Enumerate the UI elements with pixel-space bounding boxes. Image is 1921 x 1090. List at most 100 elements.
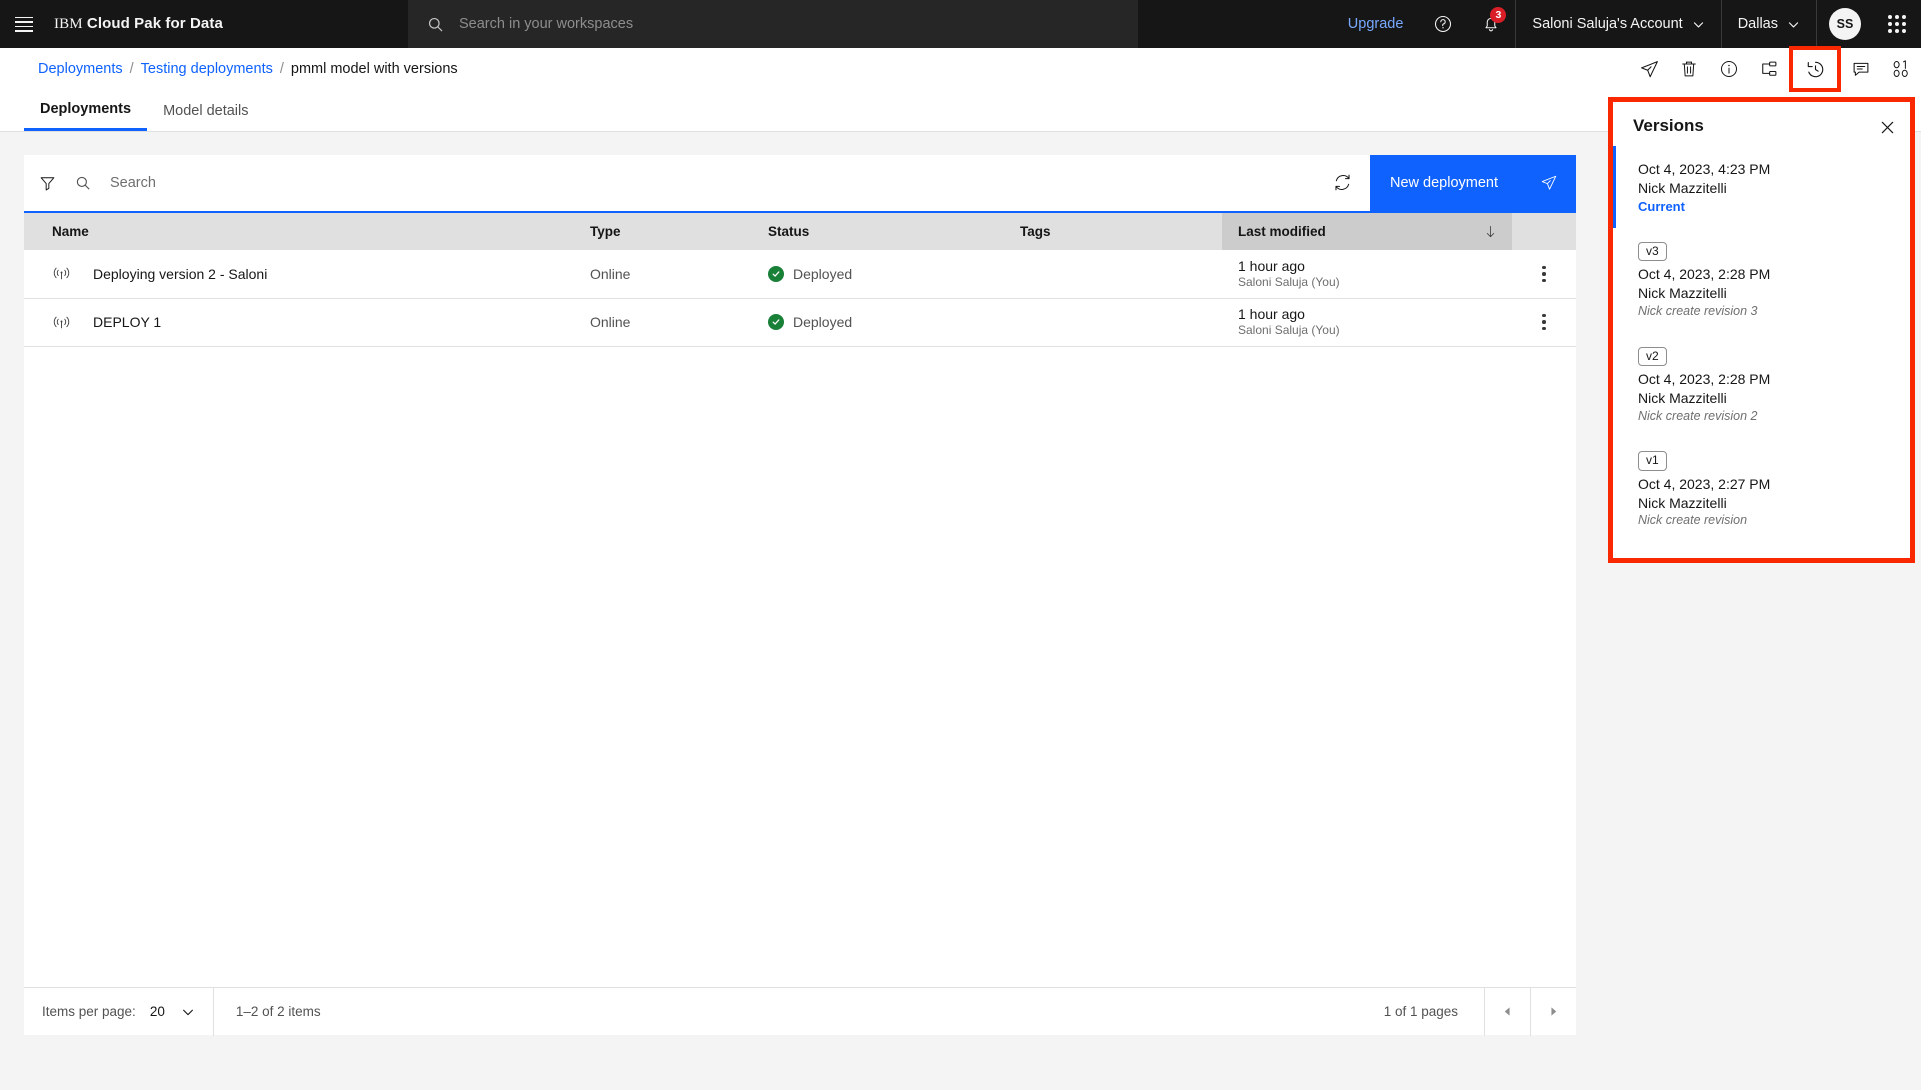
tab-model-details-label: Model details [163,102,249,119]
column-header-status[interactable]: Status [752,211,1004,250]
tab-deployments[interactable]: Deployments [24,90,148,131]
flow-icon[interactable] [1749,48,1789,90]
status-label: Deployed [793,265,853,282]
column-header-name[interactable]: Name [24,211,574,250]
close-icon[interactable] [1876,116,1898,138]
breadcrumb-item-testing-deployments[interactable]: Testing deployments [141,61,273,77]
chevron-down-icon [1787,18,1800,31]
table-row[interactable]: DEPLOY 1 Online Deployed 1 hour ago Salo… [24,298,1576,347]
items-per-page-select[interactable]: 20 [150,1004,195,1019]
upgrade-link[interactable]: Upgrade [1332,0,1420,48]
new-deployment-button[interactable]: New deployment [1370,154,1576,211]
breadcrumb-bar: Deployments / Testing deployments / pmml… [0,46,1921,92]
pagination-controls: 1 of 1 pages [1384,987,1576,1036]
page-actions-toolbar [1629,46,1921,92]
last-modified-when: 1 hour ago [1238,257,1305,274]
deployments-table: Name Type Status Tags Last modified Depl… [24,211,1576,347]
deployment-name: DEPLOY 1 [93,314,162,330]
cell-type: Online [574,250,752,299]
refresh-icon[interactable] [1314,155,1370,211]
comment-icon[interactable] [1841,48,1881,90]
brand-ibm: IBM [54,16,83,32]
brand-product: Cloud Pak for Data [86,15,223,32]
account-switcher[interactable]: Saloni Saluja's Account [1516,0,1720,48]
check-circle-filled-icon [768,314,784,330]
caret-right-icon[interactable] [1530,987,1576,1036]
version-author: Nick Mazzitelli [1638,389,1727,406]
chevron-down-icon [1692,18,1705,31]
app-grid-icon[interactable] [1873,0,1921,48]
cell-name: DEPLOY 1 [24,298,574,347]
trash-icon[interactable] [1669,48,1709,90]
deployment-name: Deploying version 2 - Saloni [93,265,268,282]
global-header: IBM Cloud Pak for Data Upgrade 3 [0,0,1921,48]
column-header-last-modified[interactable]: Last modified [1222,211,1512,250]
table-search[interactable] [70,155,1314,211]
chevron-down-icon [181,1005,195,1019]
versions-panel: Versions Oct 4, 2023, 4:23 PM Nick Mazzi… [1613,102,1910,558]
caret-left-icon[interactable] [1484,987,1530,1036]
cell-tags [1004,250,1222,299]
history-icon[interactable] [1789,46,1841,92]
help-circle-icon[interactable] [1419,0,1467,48]
table-body: Deploying version 2 - Saloni Online Depl… [24,250,1576,347]
versions-list: Oct 4, 2023, 4:23 PM Nick Mazzitelli Cur… [1613,138,1910,530]
deploy-icon[interactable] [1629,48,1669,90]
column-header-type[interactable]: Type [574,211,752,250]
version-current-badge: Current [1638,198,1685,214]
binary-icon[interactable] [1881,48,1921,90]
info-icon[interactable] [1709,48,1749,90]
avatar[interactable]: SS [1817,0,1873,48]
version-date: Oct 4, 2023, 2:28 PM [1638,371,1771,388]
broadcast-icon [52,264,71,283]
breadcrumb-item-deployments[interactable]: Deployments [38,61,123,77]
overflow-menu-icon[interactable] [1528,313,1560,331]
search-icon [74,174,92,192]
version-item-v2[interactable]: v2 Oct 4, 2023, 2:28 PM Nick Mazzitelli … [1613,346,1910,426]
cell-overflow [1512,250,1576,299]
version-item-current[interactable]: Oct 4, 2023, 4:23 PM Nick Mazzitelli Cur… [1613,146,1910,228]
overflow-menu-icon[interactable] [1528,265,1560,282]
table-row[interactable]: Deploying version 2 - Saloni Online Depl… [24,250,1576,299]
version-note: Nick create revision 2 [1638,408,1758,423]
filter-icon[interactable] [24,155,70,211]
table-search-input[interactable] [110,174,1314,191]
version-author: Nick Mazzitelli [1638,494,1727,511]
breadcrumb: Deployments / Testing deployments / pmml… [0,61,458,77]
account-label: Saloni Saluja's Account [1532,16,1683,32]
tab-model-details[interactable]: Model details [147,90,264,131]
cell-overflow [1512,298,1576,347]
version-item-v3[interactable]: v3 Oct 4, 2023, 2:28 PM Nick Mazzitelli … [1613,241,1910,321]
header-right-cluster: Upgrade 3 Saloni Saluja's Account Dallas… [1332,0,1921,48]
table-pagination: Items per page: 20 1–2 of 2 items 1 of 1… [24,987,1576,1036]
versions-panel-highlight: Versions Oct 4, 2023, 4:23 PM Nick Mazzi… [1608,97,1915,563]
table-toolbar: New deployment [24,154,1576,211]
version-date: Oct 4, 2023, 2:28 PM [1638,266,1771,283]
cell-tags [1004,298,1222,347]
product-brand[interactable]: IBM Cloud Pak for Data [54,15,223,33]
last-modified-who: Saloni Saluja (You) [1238,275,1340,289]
tab-deployments-label: Deployments [40,101,132,117]
rocket-icon [1540,174,1558,192]
region-switcher[interactable]: Dallas [1722,0,1816,48]
version-item-v1[interactable]: v1 Oct 4, 2023, 2:27 PM Nick Mazzitelli … [1613,451,1910,530]
sort-descending-icon [1483,224,1498,239]
version-author: Nick Mazzitelli [1638,179,1727,196]
table-header: Name Type Status Tags Last modified [24,211,1576,250]
hamburger-menu-icon[interactable] [0,0,48,48]
bell-icon[interactable]: 3 [1467,0,1515,48]
column-header-tags[interactable]: Tags [1004,211,1222,250]
last-modified-who: Saloni Saluja (You) [1238,323,1340,338]
global-search-input[interactable] [459,16,1138,32]
items-per-page-value: 20 [149,1004,165,1019]
region-label: Dallas [1737,16,1778,32]
broadcast-icon [52,313,71,332]
avatar-initials: SS [1829,8,1861,40]
version-tag: v3 [1638,241,1667,262]
global-search[interactable] [408,0,1138,48]
version-tag: v1 [1638,451,1667,471]
cell-name: Deploying version 2 - Saloni [24,250,574,299]
version-date: Oct 4, 2023, 4:23 PM [1638,161,1771,177]
cell-status: Deployed [752,298,1004,347]
version-tag: v2 [1638,346,1667,367]
